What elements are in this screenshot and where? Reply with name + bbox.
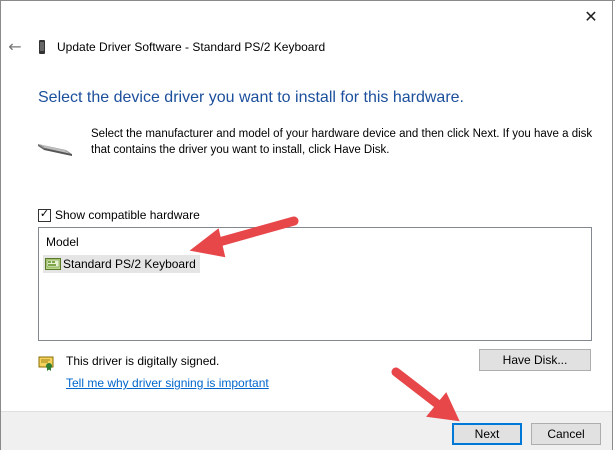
have-disk-button[interactable]: Have Disk... (479, 349, 591, 371)
model-column-header: Model (46, 235, 79, 249)
model-listbox[interactable]: Model Standard PS/2 Keyboard (38, 227, 592, 341)
show-compatible-row[interactable]: ✓ Show compatible hardware (38, 207, 200, 223)
close-button[interactable]: ✕ (576, 6, 606, 28)
cancel-button[interactable]: Cancel (531, 423, 601, 445)
device-icon (39, 40, 45, 54)
page-heading: Select the device driver you want to ins… (38, 89, 464, 106)
window-title: Update Driver Software - Standard PS/2 K… (57, 40, 326, 54)
instructions-text: Select the manufacturer and model of you… (91, 128, 593, 156)
show-compatible-label[interactable]: Show compatible hardware (55, 208, 200, 222)
signed-status-text: This driver is digitally signed. (66, 354, 220, 368)
signed-certificate-icon (38, 356, 54, 371)
checkmark-icon: ✓ (39, 206, 50, 220)
back-arrow-icon[interactable]: ← (6, 38, 24, 56)
list-item[interactable]: Standard PS/2 Keyboard (43, 255, 200, 273)
window-top-border (0, 0, 615, 1)
driver-signing-link[interactable]: Tell me why driver signing is important (66, 376, 269, 390)
list-item-label: Standard PS/2 Keyboard (63, 257, 196, 271)
keyboard-driver-icon (45, 258, 61, 270)
next-button[interactable]: Next (452, 423, 522, 445)
keyboard-icon (38, 144, 72, 156)
show-compatible-checkbox[interactable]: ✓ (38, 206, 51, 222)
